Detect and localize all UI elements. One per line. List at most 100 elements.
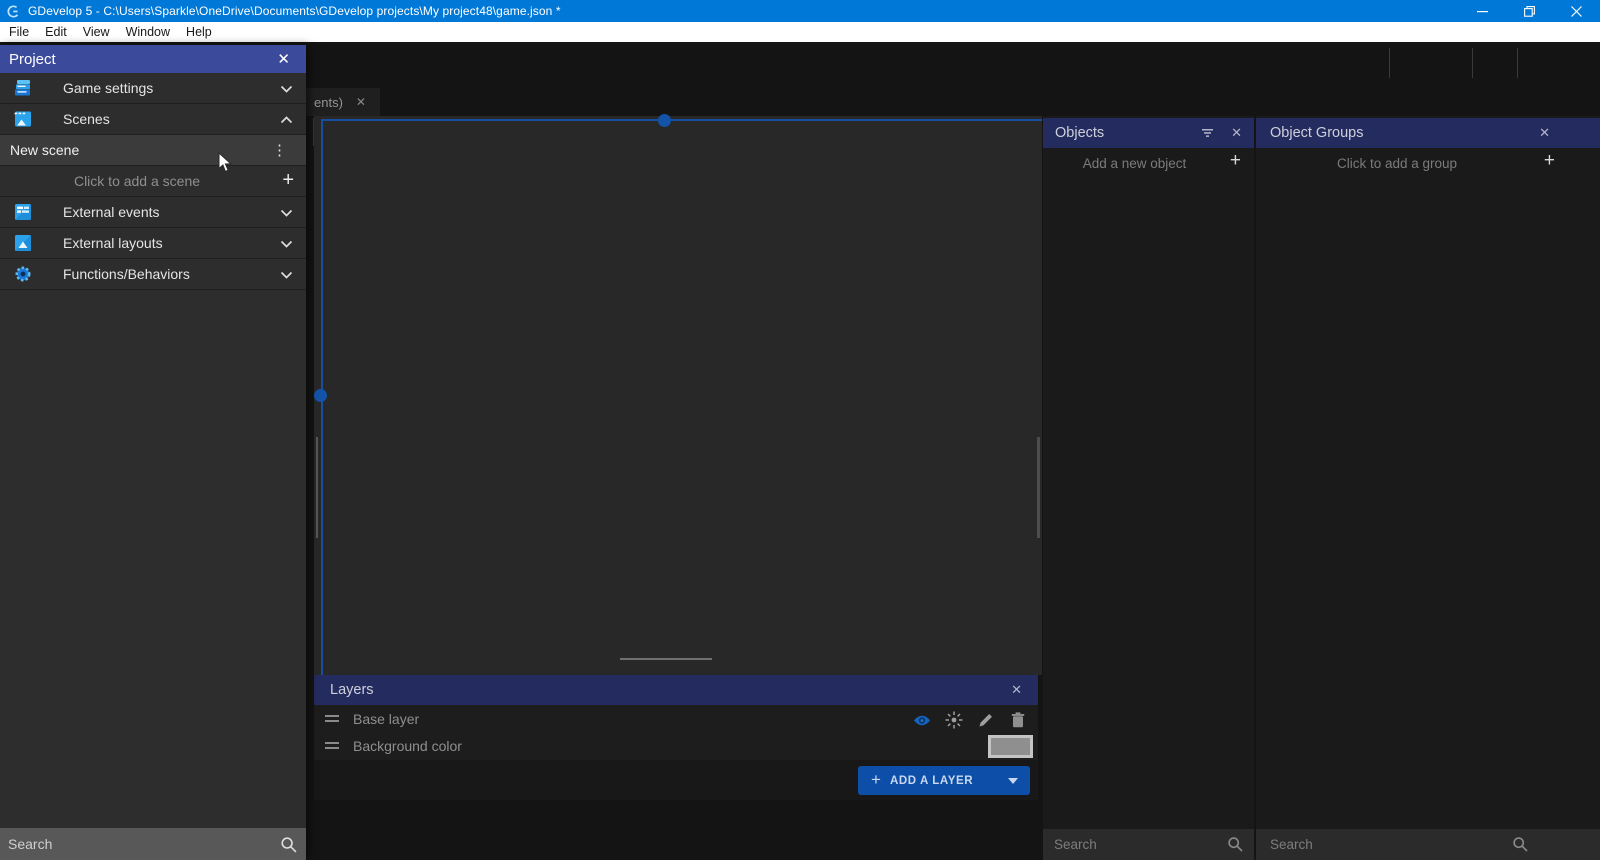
toolbar-separator	[1472, 48, 1473, 78]
project-close-icon[interactable]: ✕	[277, 50, 290, 68]
add-object-label: Add a new object	[1083, 156, 1187, 171]
object-groups-close-icon[interactable]: ✕	[1539, 125, 1550, 141]
object-groups-panel: Object Groups ✕ Click to add a group +	[1256, 116, 1600, 860]
selection-handle-left[interactable]	[314, 389, 327, 402]
chevron-up-icon	[280, 116, 293, 124]
chevron-down-icon	[280, 271, 293, 279]
tab-close-icon[interactable]: ✕	[356, 95, 366, 109]
game-settings-icon	[13, 78, 33, 98]
close-icon	[1571, 6, 1582, 17]
visibility-eye-icon[interactable]	[913, 711, 931, 729]
menu-edit[interactable]: Edit	[37, 23, 75, 41]
chevron-down-icon	[280, 240, 293, 248]
objects-search-bar	[1043, 829, 1254, 860]
layer-name: Background color	[353, 738, 462, 754]
project-search-input[interactable]	[8, 836, 248, 852]
external-events-icon	[13, 202, 33, 222]
plus-icon[interactable]: +	[282, 169, 294, 192]
objects-search-input[interactable]	[1054, 837, 1202, 852]
add-scene-label: Click to add a scene	[74, 173, 200, 189]
add-scene-row[interactable]: Click to add a scene +	[0, 166, 306, 197]
add-layer-button[interactable]: + ADD A LAYER	[858, 766, 1030, 795]
edit-pencil-icon[interactable]	[977, 711, 995, 729]
scene-list-item-new-scene[interactable]: New scene ⋮	[0, 135, 306, 166]
filter-icon[interactable]	[1201, 128, 1214, 138]
tab-scene-events[interactable]: ents) ✕	[306, 88, 380, 116]
add-object-row[interactable]: Add a new object +	[1043, 148, 1254, 178]
object-groups-panel-header: Object Groups ✕	[1256, 118, 1600, 148]
plus-icon[interactable]: +	[1544, 150, 1555, 172]
toolbar-separator	[1389, 48, 1390, 78]
base-layer-actions	[913, 711, 1027, 729]
objects-panel-header: Objects ✕	[1043, 118, 1254, 148]
canvas-vertical-scrollbar-left[interactable]	[316, 437, 318, 538]
menu-help[interactable]: Help	[178, 23, 220, 41]
add-layer-dropdown[interactable]	[996, 766, 1030, 795]
object-groups-search-bar	[1256, 829, 1600, 860]
sidebar-item-external-layouts[interactable]: External layouts	[0, 228, 306, 259]
menu-file[interactable]: File	[1, 23, 37, 41]
delete-trash-icon[interactable]	[1009, 711, 1027, 729]
sidebar-item-label: External events	[63, 204, 160, 220]
layers-close-icon[interactable]: ✕	[1011, 682, 1022, 698]
layers-panel: Layers ✕ Base layer Background color	[314, 675, 1038, 800]
sidebar-item-label: External layouts	[63, 235, 163, 251]
search-icon	[280, 836, 297, 853]
panel-resize-handle[interactable]	[620, 658, 712, 660]
sidebar-item-label: Functions/Behaviors	[63, 266, 190, 282]
sidebar-item-label: Scenes	[63, 111, 110, 127]
window-controls	[1459, 0, 1600, 22]
layers-panel-header: Layers ✕	[314, 675, 1038, 705]
layer-row-background[interactable]: Background color	[314, 732, 1038, 759]
toolbar-separator	[1517, 48, 1518, 78]
window-title: GDevelop 5 - C:\Users\Sparkle\OneDrive\D…	[28, 4, 561, 18]
search-icon	[1227, 836, 1243, 852]
layer-name: Base layer	[353, 711, 419, 727]
more-options-icon[interactable]: ⋮	[272, 141, 287, 159]
tab-label: ents)	[314, 95, 343, 110]
close-window-button[interactable]	[1553, 0, 1600, 22]
canvas-vertical-scrollbar-right[interactable]	[1037, 437, 1040, 538]
selection-top-edge	[321, 119, 1042, 121]
workspace: ents) ✕ Layers ✕ Base layer Background c…	[0, 42, 1600, 860]
restore-button[interactable]	[1506, 0, 1553, 22]
menu-view[interactable]: View	[75, 23, 118, 41]
sidebar-item-scenes[interactable]: Scenes	[0, 104, 306, 135]
drag-handle-icon[interactable]	[325, 742, 339, 749]
add-group-label: Click to add a group	[1337, 156, 1457, 171]
object-groups-search-input[interactable]	[1270, 837, 1511, 852]
gdevelop-logo-icon	[7, 5, 20, 18]
chevron-down-icon	[280, 209, 293, 217]
scenes-icon	[13, 109, 33, 129]
chevron-down-icon	[280, 85, 293, 93]
add-layer-label: ADD A LAYER	[890, 775, 973, 787]
mouse-cursor	[218, 152, 233, 173]
objects-close-icon[interactable]: ✕	[1231, 125, 1242, 141]
add-group-row[interactable]: Click to add a group +	[1256, 148, 1600, 178]
scene-name: New scene	[10, 142, 79, 158]
drag-handle-icon[interactable]	[325, 715, 339, 722]
sidebar-item-functions-behaviors[interactable]: Functions/Behaviors	[0, 259, 306, 290]
minimize-icon	[1477, 6, 1488, 17]
sidebar-item-external-events[interactable]: External events	[0, 197, 306, 228]
restore-icon	[1524, 6, 1535, 17]
sidebar-item-game-settings[interactable]: Game settings	[0, 73, 306, 104]
object-groups-panel-title: Object Groups	[1270, 125, 1364, 141]
chevron-down-icon	[1008, 778, 1018, 784]
menu-window[interactable]: Window	[118, 23, 178, 41]
background-color-swatch[interactable]	[988, 735, 1033, 758]
project-panel-title: Project	[9, 51, 56, 68]
effects-flare-icon[interactable]	[945, 711, 963, 729]
project-manager-panel: Project ✕ Game settings	[0, 45, 306, 860]
sidebar-item-label: Game settings	[63, 80, 153, 96]
minimize-button[interactable]	[1459, 0, 1506, 22]
scene-editor-canvas[interactable]	[314, 116, 1042, 675]
titlebar: GDevelop 5 - C:\Users\Sparkle\OneDrive\D…	[0, 0, 1600, 22]
plus-icon[interactable]: +	[1230, 150, 1241, 172]
objects-panel: Objects ✕ Add a new object +	[1043, 116, 1254, 860]
project-panel-header: Project ✕	[0, 45, 306, 73]
layers-panel-title: Layers	[330, 682, 374, 698]
project-search-bar	[0, 828, 306, 860]
selection-handle-top[interactable]	[658, 114, 671, 127]
external-layouts-icon	[13, 233, 33, 253]
